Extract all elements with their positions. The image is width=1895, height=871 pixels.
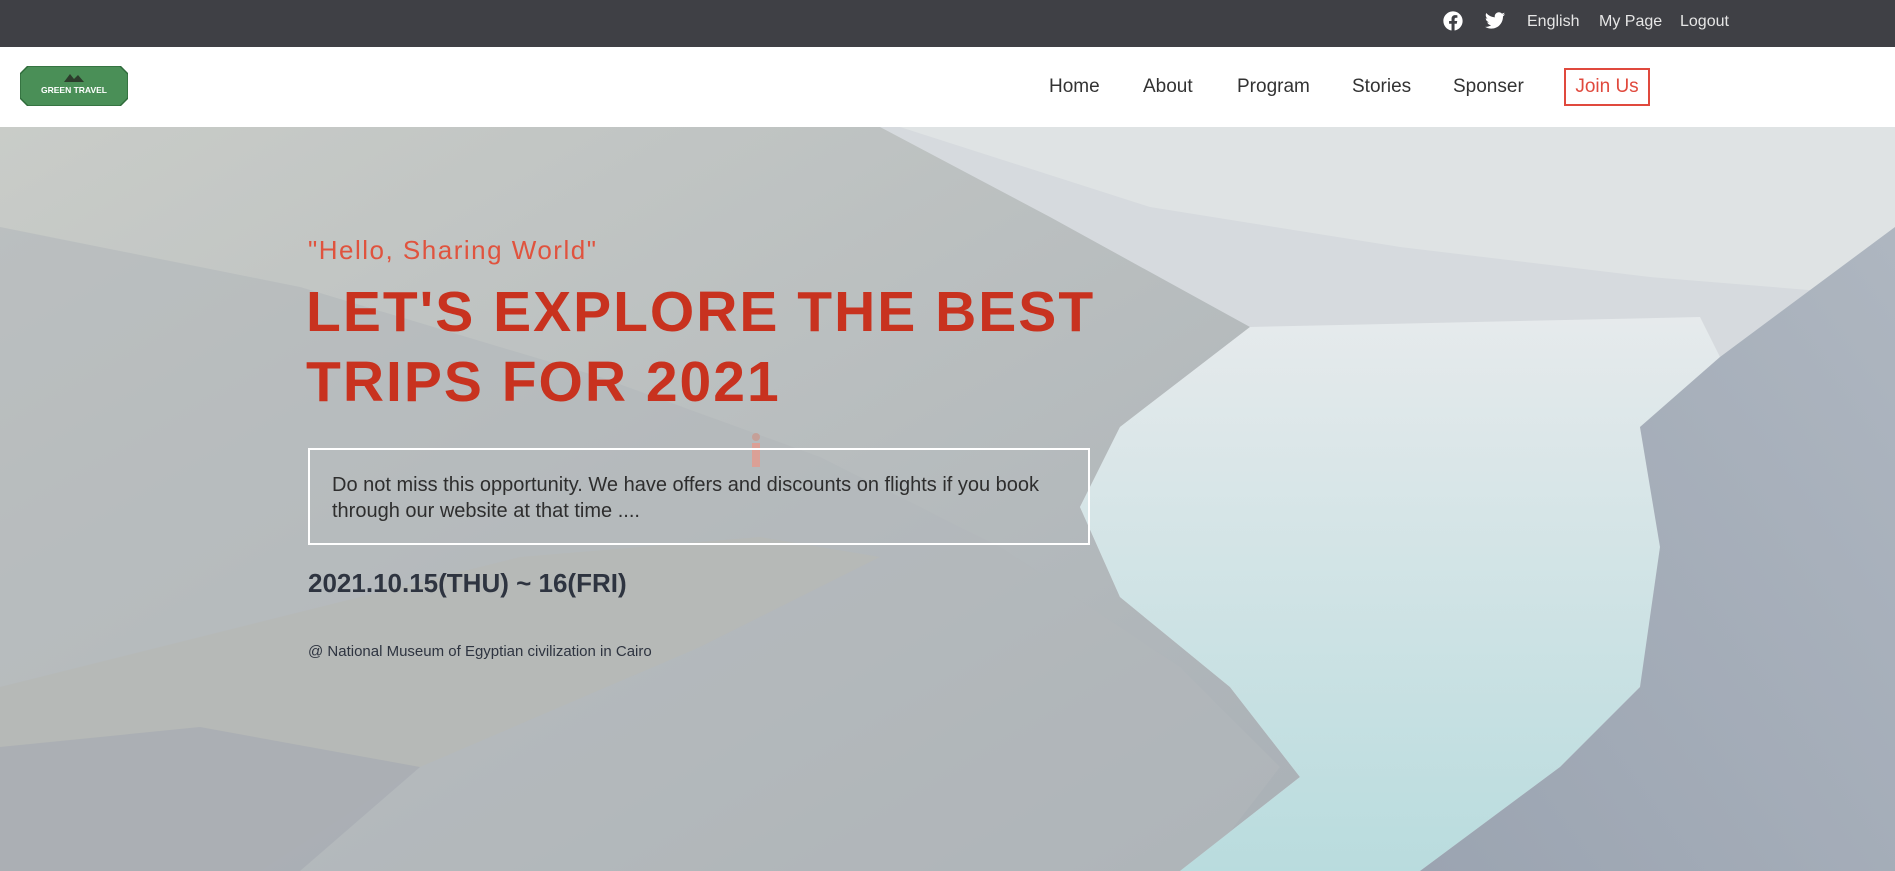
logout-link[interactable]: Logout <box>1680 13 1729 31</box>
nav-program[interactable]: Program <box>1237 76 1310 98</box>
nav-stories[interactable]: Stories <box>1352 76 1411 98</box>
svg-text:GREEN TRAVEL: GREEN TRAVEL <box>41 85 107 95</box>
join-us-button[interactable]: Join Us <box>1564 68 1650 106</box>
green-travel-logo[interactable]: GREEN TRAVEL <box>19 65 129 107</box>
nav-sponser[interactable]: Sponser <box>1453 76 1524 98</box>
hero-headline-line1: LET'S EXPLORE THE BEST <box>306 280 1096 344</box>
nav-about[interactable]: About <box>1143 76 1193 98</box>
my-page-link[interactable]: My Page <box>1599 13 1662 31</box>
event-venue: @ National Museum of Egyptian civilizati… <box>308 643 652 660</box>
event-date: 2021.10.15(THU) ~ 16(FRI) <box>308 568 627 598</box>
twitter-icon[interactable] <box>1483 9 1507 33</box>
hero-headline-line2: TRIPS FOR 2021 <box>306 350 781 414</box>
hero-description: Do not miss this opportunity. We have of… <box>308 448 1090 545</box>
language-link[interactable]: English <box>1527 13 1579 31</box>
hero-section: "Hello, Sharing World" LET'S EXPLORE THE… <box>0 127 1895 871</box>
hero-subtitle: "Hello, Sharing World" <box>308 235 598 265</box>
main-header: GREEN TRAVEL Home About Program Stories … <box>0 47 1895 127</box>
hero-headline: LET'S EXPLORE THE BEST TRIPS FOR 2021 <box>306 277 1106 417</box>
facebook-icon[interactable] <box>1441 9 1465 33</box>
nav-home[interactable]: Home <box>1049 76 1100 98</box>
top-bar: English My Page Logout <box>0 0 1895 47</box>
